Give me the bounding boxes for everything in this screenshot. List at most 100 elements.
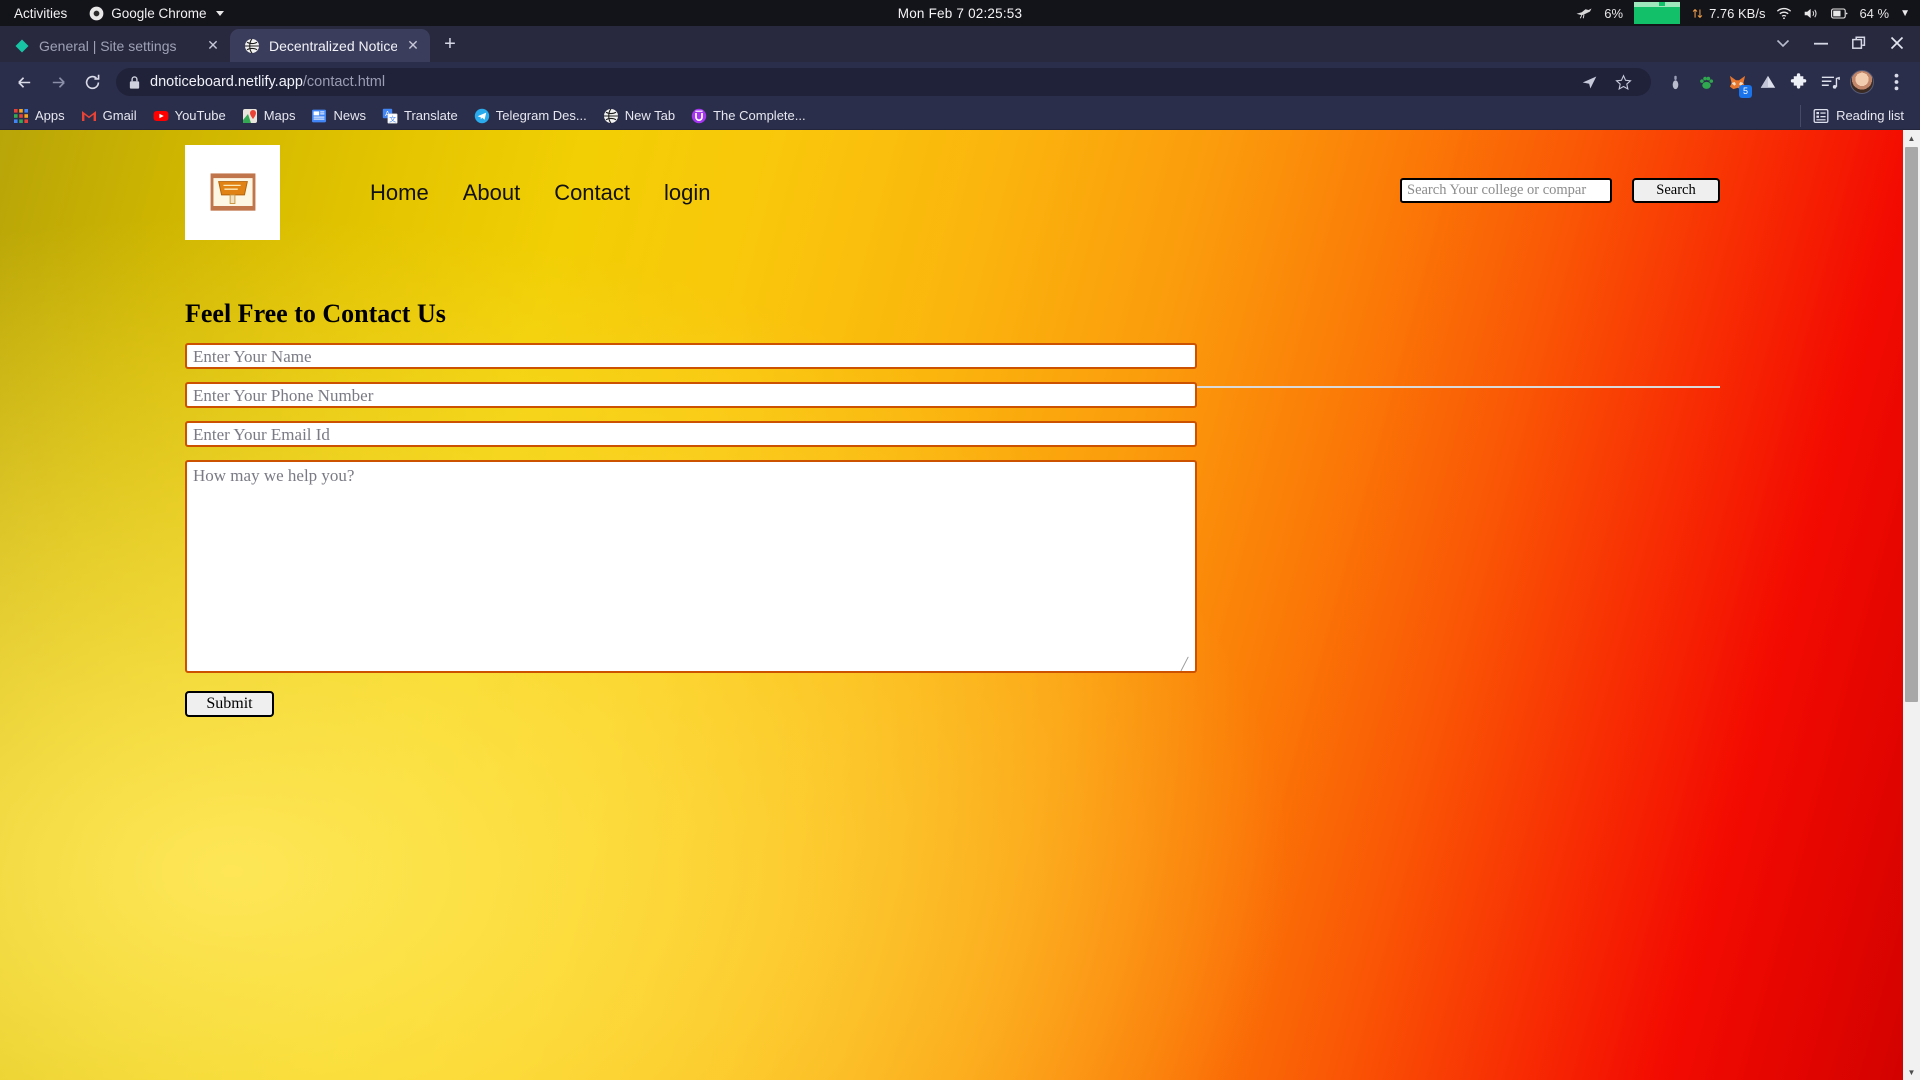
network-graph-icon [1634, 2, 1681, 24]
address-bar[interactable]: dnoticeboard.netlify.app/contact.html [116, 68, 1651, 96]
tab-title: Decentralized Notice Boa [269, 37, 397, 54]
bookmark-news[interactable]: News [304, 105, 373, 127]
share-icon [1582, 76, 1596, 88]
tab-strip: General | Site settings ✕ Decentralized … [0, 26, 1920, 62]
bookmark-apps[interactable]: Apps [6, 105, 72, 127]
search-button[interactable]: Search [1632, 178, 1720, 203]
reading-list-label: Reading list [1836, 108, 1904, 123]
globe-icon [245, 38, 259, 53]
tab-close-icon[interactable]: ✕ [406, 38, 420, 53]
gmail-icon [81, 110, 96, 121]
back-arrow-icon [17, 76, 30, 88]
apps-grid-icon [14, 108, 28, 123]
site-logo[interactable] [185, 145, 280, 240]
bookmark-translate[interactable]: A 文 Translate [375, 105, 465, 127]
page-scrollbar[interactable]: ▲ ▼ [1903, 130, 1920, 1080]
bookmark-label: Translate [404, 108, 458, 123]
forward-arrow-icon [52, 76, 65, 88]
name-field[interactable]: Enter Your Name [185, 343, 1197, 369]
scroll-up-arrow-icon[interactable]: ▲ [1903, 130, 1920, 146]
bookmark-new-tab[interactable]: New Tab [596, 105, 682, 127]
app-menu-button[interactable]: Google Chrome [89, 5, 224, 21]
extension-icons: 5 [1661, 68, 1844, 98]
app-menu-label: Google Chrome [111, 5, 207, 21]
chrome-menu-button[interactable] [1880, 66, 1912, 98]
bookmark-label: YouTube [174, 108, 226, 123]
tab-close-icon[interactable]: ✕ [206, 38, 220, 53]
browser-toolbar: dnoticeboard.netlify.app/contact.html 5 [0, 62, 1920, 102]
submit-button[interactable]: Submit [185, 691, 274, 717]
lock-icon [129, 75, 140, 89]
nav-link-home[interactable]: Home [370, 180, 429, 206]
reload-button[interactable] [76, 66, 108, 98]
metamask-badge: 5 [1739, 85, 1752, 98]
battery-icon [1831, 7, 1848, 19]
tab-search-button[interactable] [1766, 28, 1800, 58]
nav-link-login[interactable]: login [664, 180, 710, 206]
gnome-top-bar: Activities Google Chrome Mon Feb 7 02:25… [0, 0, 1920, 26]
profile-button[interactable] [1846, 66, 1878, 98]
back-button[interactable] [8, 66, 40, 98]
notice-board-logo-icon [210, 172, 255, 211]
maps-icon [242, 108, 257, 123]
metamask-fox-extension-icon[interactable]: 5 [1723, 68, 1752, 98]
bookmark-label: New Tab [624, 108, 676, 123]
three-dot-menu-icon [1894, 73, 1898, 91]
phone-field[interactable]: Enter Your Phone Number [185, 382, 1197, 408]
bookmark-label: Maps [263, 108, 296, 123]
close-button[interactable] [1880, 28, 1914, 58]
bookmark-label: Telegram Des... [495, 108, 587, 123]
password-extension-icon[interactable] [1661, 68, 1689, 96]
bookmark-the-complete[interactable]: The Complete... [684, 105, 813, 127]
share-button[interactable] [1573, 66, 1605, 98]
minimize-button[interactable] [1804, 28, 1838, 58]
scroll-down-arrow-icon[interactable]: ▼ [1903, 1064, 1920, 1080]
email-field[interactable]: Enter Your Email Id [185, 421, 1197, 447]
mouse-icon [1576, 8, 1592, 19]
new-tab-button[interactable]: + [436, 31, 464, 59]
globe-icon [603, 108, 618, 123]
triangle-extension-icon[interactable] [1754, 68, 1782, 96]
scrollbar-thumb[interactable] [1905, 147, 1918, 702]
svg-text:文: 文 [389, 114, 396, 123]
reading-list-icon [1813, 108, 1829, 123]
volume-icon [1805, 8, 1818, 18]
puzzle-extensions-icon[interactable] [1785, 68, 1813, 96]
network-speed: 7.76 KB/s [1691, 6, 1765, 21]
green-paw-extension-icon[interactable] [1692, 68, 1720, 96]
reading-list-button[interactable]: Reading list [1800, 104, 1914, 127]
clock[interactable]: Mon Feb 7 02:25:53 [800, 6, 1120, 21]
chevron-down-icon [1776, 39, 1790, 47]
forward-button[interactable] [42, 66, 74, 98]
tab-title: General | Site settings [39, 37, 177, 54]
activities-button[interactable]: Activities [14, 6, 67, 21]
youtube-icon [153, 110, 168, 121]
reload-icon [85, 74, 99, 89]
bookmark-maps[interactable]: Maps [235, 105, 303, 127]
bookmark-label: The Complete... [713, 108, 806, 123]
nav-link-about[interactable]: About [463, 180, 521, 206]
tab-decentralized-notice-board[interactable]: Decentralized Notice Boa ✕ [230, 29, 430, 62]
tab-general-site-settings[interactable]: General | Site settings ✕ [0, 29, 230, 62]
bookmark-telegram-desktop[interactable]: Telegram Des... [467, 105, 594, 127]
url-path: /contact.html [302, 74, 386, 90]
nav-link-contact[interactable]: Contact [554, 180, 630, 206]
restore-button[interactable] [1842, 28, 1876, 58]
close-icon [1890, 36, 1904, 50]
resize-grip-icon[interactable]: ╱ [1181, 658, 1193, 670]
bookmark-button[interactable] [1607, 66, 1639, 98]
search-input[interactable]: Search Your college or compar [1400, 178, 1612, 203]
battery-percent: 64 % [1859, 5, 1890, 21]
bookmark-gmail[interactable]: Gmail [74, 105, 144, 127]
bookmark-youtube[interactable]: YouTube [146, 105, 233, 127]
system-tray: 6% 7.76 KB/s 64 % ▼ [1575, 0, 1910, 26]
udemy-icon [691, 108, 707, 123]
media-playlist-icon[interactable] [1816, 68, 1844, 96]
message-textarea[interactable]: How may we help you? ╱ [185, 460, 1197, 673]
net-speed-label: 7.76 KB/s [1709, 5, 1766, 21]
tray-chevron-down-icon[interactable]: ▼ [1900, 8, 1910, 19]
contact-form: Feel Free to Contact Us Enter Your Name … [185, 255, 1920, 717]
chevron-down-icon [215, 10, 224, 16]
chrome-window: General | Site settings ✕ Decentralized … [0, 26, 1920, 1080]
translate-icon: A 文 [382, 108, 398, 123]
